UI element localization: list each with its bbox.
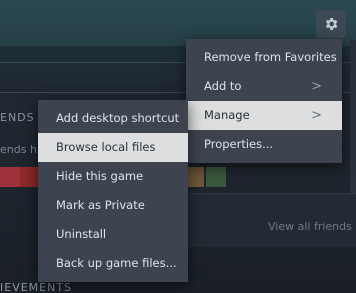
settings-button[interactable] — [316, 10, 346, 38]
chevron-right-icon: > — [311, 79, 322, 94]
chevron-right-icon: > — [311, 108, 322, 123]
menu-item-hide-game[interactable]: Hide this game — [38, 162, 188, 191]
avatar[interactable] — [0, 167, 20, 187]
menu-item-label: Manage — [204, 108, 250, 122]
menu-item-properties[interactable]: Properties... — [186, 130, 342, 159]
menu-item-remove-favorites[interactable]: Remove from Favorites — [186, 43, 342, 72]
game-context-menu: Remove from Favorites Add to > Manage > … — [186, 39, 342, 163]
menu-item-add-desktop-shortcut[interactable]: Add desktop shortcut — [38, 104, 188, 133]
avatar[interactable] — [20, 167, 40, 187]
section-achievements-heading: IEVEMENTS — [0, 281, 73, 293]
menu-item-label: Browse local files — [56, 140, 156, 154]
menu-item-label: Hide this game — [56, 169, 144, 183]
menu-item-label: Uninstall — [56, 227, 107, 241]
menu-item-label: Remove from Favorites — [204, 50, 337, 64]
menu-item-label: Properties... — [204, 137, 274, 151]
menu-item-browse-local-files[interactable]: Browse local files — [38, 133, 188, 162]
menu-item-label: Add to — [204, 79, 242, 93]
menu-item-mark-private[interactable]: Mark as Private — [38, 191, 188, 220]
menu-item-add-to[interactable]: Add to > — [186, 72, 342, 101]
menu-item-label: Mark as Private — [56, 198, 145, 212]
avatar[interactable] — [206, 167, 226, 187]
gear-icon — [325, 18, 338, 30]
menu-item-label: Add desktop shortcut — [56, 111, 180, 125]
menu-item-uninstall[interactable]: Uninstall — [38, 220, 188, 249]
view-all-friends-link[interactable]: View all friends w — [268, 220, 356, 233]
friends-subtext: ends h — [0, 143, 37, 156]
menu-item-manage[interactable]: Manage > — [186, 101, 342, 130]
menu-item-backup-game-files[interactable]: Back up game files... — [38, 249, 188, 278]
manage-submenu: Add desktop shortcut Browse local files … — [38, 100, 188, 282]
menu-item-label: Back up game files... — [56, 256, 177, 270]
